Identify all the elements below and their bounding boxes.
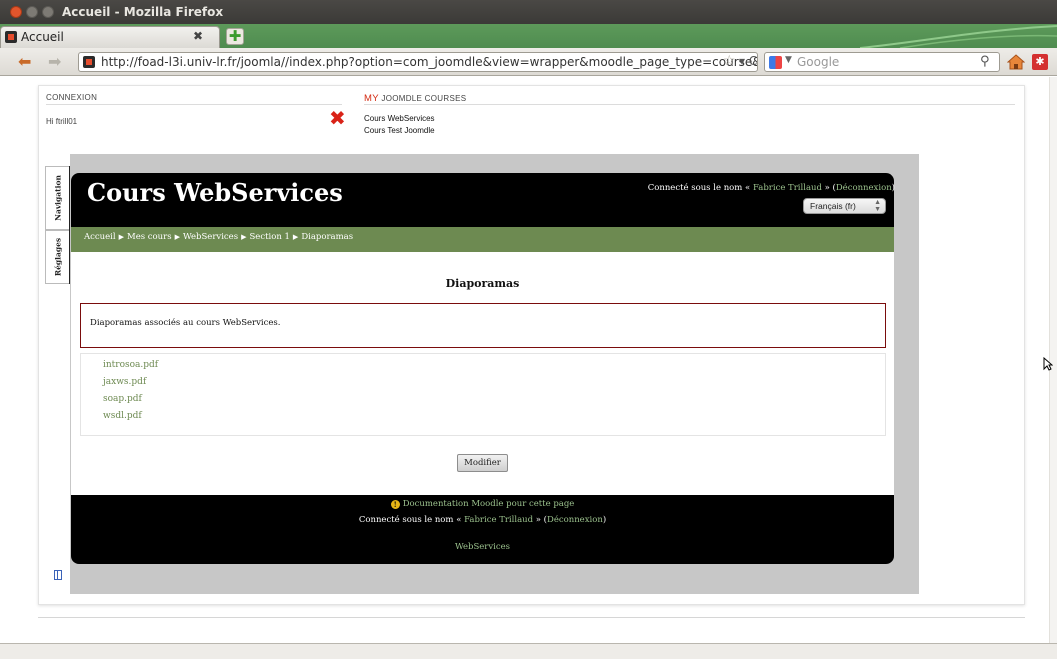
footer-doc-link[interactable]: Documentation Moodle pour cette page [403, 499, 575, 509]
file-list-box [80, 353, 886, 436]
search-magnifier-icon[interactable]: ⚲ [980, 54, 990, 69]
tab-accueil[interactable]: Accueil ✖ [0, 26, 220, 48]
page-divider [38, 617, 1025, 618]
tab-close-icon[interactable]: ✖ [193, 29, 203, 43]
header-user-link[interactable]: Fabrice Trillaud [753, 183, 822, 193]
mouse-cursor-icon [1043, 357, 1053, 371]
footer-login-info: Connecté sous le nom « Fabrice Trillaud … [71, 515, 894, 525]
window-titlebar: Accueil - Mozilla Firefox [0, 0, 1057, 24]
description-text: Diaporamas associés au cours WebServices… [90, 318, 281, 328]
file-link-wsdl[interactable]: wsdl.pdf [103, 411, 142, 421]
course-title: Cours WebServices [87, 178, 343, 207]
courses-module-title-rest: Joomdle Courses [381, 94, 467, 103]
url-text[interactable]: http://foad-l3i.univ-lr.fr/joomla//index… [101, 55, 757, 69]
modify-button[interactable]: Modifier [457, 454, 508, 472]
breadcrumb-separator-icon: ▶ [241, 233, 247, 241]
search-bar[interactable]: ▼ Google ⚲ [764, 52, 1000, 72]
breadcrumb: Accueil ▶ Mes cours ▶ WebServices ▶ Section 1 ▶… [84, 232, 353, 242]
back-arrow-icon[interactable]: ⬅ [18, 54, 31, 70]
home-icon[interactable] [1007, 54, 1025, 70]
header-logout-link[interactable]: Déconnexion [836, 183, 892, 193]
page-title: Diaporamas [445, 277, 520, 290]
language-select[interactable]: Français (fr) ▲ ▼ [803, 198, 886, 214]
course-link-test-joomdle[interactable]: Cours Test Joomdle [364, 126, 435, 135]
login-greeting: Hi ftrill01 [46, 117, 78, 126]
tab-bar: Accueil ✖ ✚ [0, 24, 1057, 48]
footer-course-line: WebServices [71, 542, 894, 552]
window-minimize-button[interactable] [26, 6, 38, 18]
joomla-favicon-icon [5, 31, 17, 43]
header-login-middle: » ( [824, 183, 836, 193]
breadcrumb-item-current: Diaporamas [301, 232, 354, 242]
file-link-soap[interactable]: soap.pdf [103, 394, 142, 404]
reload-icon[interactable]: ▾ C [739, 54, 757, 68]
breadcrumb-item-mes-cours[interactable]: Mes cours [127, 232, 172, 242]
courses-module-title-accent: My [364, 93, 379, 104]
dock-toggle-icon[interactable] [54, 570, 62, 580]
footer-login-prefix: Connecté sous le nom « [358, 515, 462, 525]
bookmark-star-icon[interactable]: ☆ [723, 53, 736, 69]
sidetab-reglages-label: Réglages [53, 237, 62, 277]
login-module-title: Connexion [46, 93, 98, 102]
language-select-value[interactable]: Français (fr) [810, 201, 856, 211]
info-icon: ! [390, 500, 400, 509]
courses-module-title: My Joomdle Courses [364, 93, 466, 104]
breadcrumb-item-accueil[interactable]: Accueil [84, 232, 116, 242]
status-bar [0, 643, 1057, 659]
select-arrows-icon[interactable]: ▲ ▼ [874, 199, 881, 213]
footer-course-link[interactable]: WebServices [455, 542, 510, 552]
window-close-button[interactable] [10, 6, 22, 18]
courses-module-divider [364, 104, 1015, 105]
navigation-toolbar: ⬅ ➡ http://foad-l3i.univ-lr.fr/joomla//i… [0, 48, 1057, 76]
sidetab-reglages[interactable]: Réglages [45, 230, 69, 284]
file-link-jaxws[interactable]: jaxws.pdf [103, 377, 146, 387]
search-engine-icon[interactable] [769, 56, 782, 69]
breadcrumb-item-section[interactable]: Section 1 [249, 232, 289, 242]
header-login-info: Connecté sous le nom « Fabrice Trillaud … [648, 183, 895, 193]
search-placeholder[interactable]: Google [797, 55, 839, 69]
url-bar[interactable]: http://foad-l3i.univ-lr.fr/joomla//index… [78, 52, 758, 72]
window-title: Accueil - Mozilla Firefox [62, 5, 224, 19]
course-link-webservices[interactable]: Cours WebServices [364, 114, 435, 123]
login-module-divider [46, 104, 342, 105]
logout-x-icon[interactable]: ✖ [329, 108, 346, 128]
breadcrumb-item-webservices[interactable]: WebServices [183, 232, 238, 242]
breadcrumb-separator-icon: ▶ [174, 233, 180, 241]
footer-doc-line: ! Documentation Moodle pour cette page [71, 499, 894, 509]
file-link-introsoa[interactable]: introsoa.pdf [103, 360, 158, 370]
sidetab-navigation-label: Navigation [53, 175, 62, 221]
tabbar-decoration [860, 25, 1057, 48]
sidetab-navigation[interactable]: Navigation [45, 166, 69, 230]
header-login-prefix: Connecté sous le nom « [647, 183, 751, 193]
window-maximize-button[interactable] [42, 6, 54, 18]
addon-toolbar-icon[interactable]: ✱ [1032, 54, 1048, 70]
site-identity-icon[interactable] [83, 56, 95, 68]
header-login-suffix: ) [891, 183, 895, 193]
footer-user-link[interactable]: Fabrice Trillaud [464, 515, 533, 525]
footer-login-middle: » ( [535, 515, 547, 525]
breadcrumb-separator-icon: ▶ [292, 233, 299, 241]
search-engine-dropdown-icon[interactable]: ▼ [785, 55, 792, 65]
forward-arrow-icon[interactable]: ➡ [48, 54, 61, 70]
tab-label: Accueil [21, 30, 64, 44]
breadcrumb-separator-icon: ▶ [118, 233, 124, 241]
footer-login-suffix: ) [602, 515, 607, 525]
new-tab-button[interactable]: ✚ [226, 28, 244, 45]
footer-logout-link[interactable]: Déconnexion [547, 515, 603, 525]
